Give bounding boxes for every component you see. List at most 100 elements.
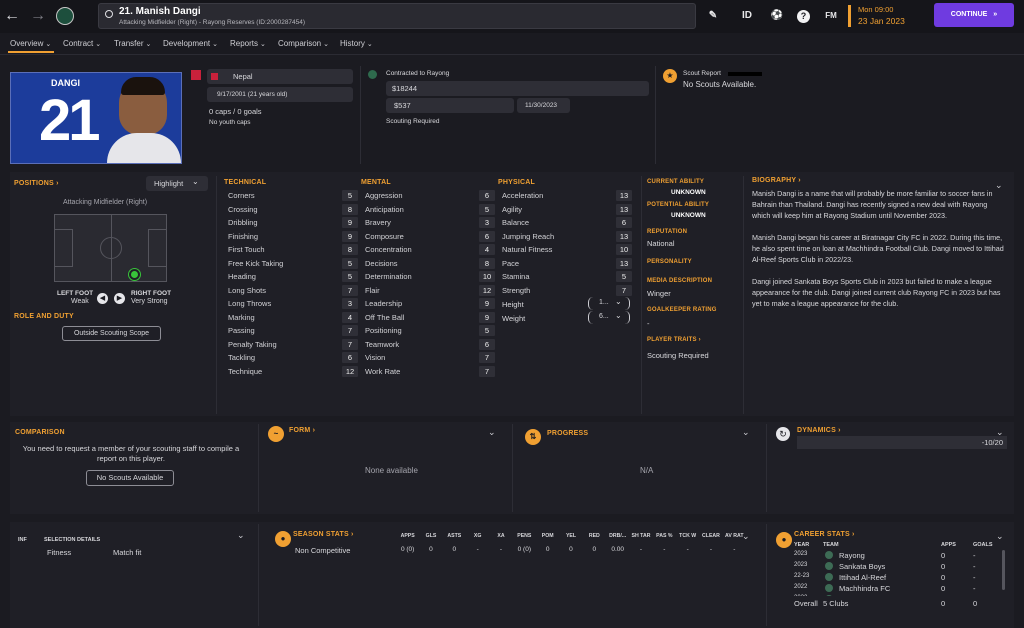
season-col-header[interactable]: GLS: [419, 533, 442, 539]
highlight-dropdown[interactable]: Highlight ⌄: [146, 176, 208, 191]
season-col-header[interactable]: ASTS: [443, 533, 466, 539]
chevron-down-icon[interactable]: ⌄: [237, 530, 245, 541]
attribute-value: 5: [479, 325, 495, 337]
attribute-row: Aggression 6: [365, 189, 495, 203]
right-box: [148, 229, 166, 267]
divider: [766, 524, 767, 626]
career-row[interactable]: 22-23 Ittihad Al-Reef 0 -: [794, 572, 994, 583]
nationality-box[interactable]: Nepal: [207, 69, 353, 84]
tab-development[interactable]: Development ⌄: [163, 39, 218, 48]
season-cell: 0: [545, 546, 550, 553]
attribute-name: Positioning: [365, 326, 402, 336]
attribute-row: Tackling 6: [228, 351, 358, 365]
forward-arrow-icon[interactable]: →: [29, 6, 47, 26]
weight-value: 6...: [599, 313, 609, 320]
value: $537: [394, 101, 411, 110]
attribute-row: Bravery 3: [365, 216, 495, 230]
inf-label: INF: [18, 537, 27, 543]
chevron-down-icon[interactable]: ⌄: [742, 427, 750, 438]
pencil-icon[interactable]: ✎: [704, 8, 722, 24]
tab-label: Reports: [230, 39, 259, 48]
height-stepper[interactable]: 1... ⌄: [588, 297, 630, 310]
attribute-row: Penalty Taking 7: [228, 338, 358, 352]
season-col-header[interactable]: POM: [536, 533, 559, 539]
attribute-value: 12: [479, 284, 495, 296]
attribute-value: 10: [616, 244, 632, 256]
tab-overview[interactable]: Overview ⌄: [10, 39, 51, 48]
career-apps: 0: [941, 584, 946, 593]
career-row[interactable]: 2022 Machhindra FC 0 -: [794, 583, 994, 594]
divider: [216, 176, 217, 414]
season-col-header[interactable]: RED: [583, 533, 606, 539]
tab-history[interactable]: History ⌄: [340, 39, 373, 48]
attribute-row: Concentration 4: [365, 243, 495, 257]
season-cell: -: [663, 546, 666, 553]
season-col-header[interactable]: YEL: [559, 533, 582, 539]
club-crest-icon[interactable]: [56, 7, 74, 25]
club-crest-icon: [825, 584, 833, 592]
chevron-down-icon: ⌄: [212, 41, 219, 48]
chevron-down-icon[interactable]: ⌄: [488, 427, 496, 438]
attribute-name: Flair: [365, 285, 380, 295]
season-col-header[interactable]: CLEAR: [699, 533, 722, 539]
season-stats-heading[interactable]: SEASON STATS ›: [293, 531, 354, 538]
career-stats-heading[interactable]: CAREER STATS ›: [794, 531, 855, 538]
career-year: 2023: [794, 562, 808, 568]
club-crest-icon: [825, 595, 833, 596]
tab-transfer[interactable]: Transfer ⌄: [114, 39, 151, 48]
attribute-row: Technique 12: [228, 365, 358, 379]
role-button[interactable]: Outside Scouting Scope: [62, 326, 161, 341]
season-col-header[interactable]: PENS: [513, 533, 536, 539]
season-col-header[interactable]: DRB/...: [606, 533, 629, 539]
back-arrow-icon[interactable]: ←: [3, 6, 21, 26]
chevron-down-icon: ⌄: [145, 41, 152, 48]
physical-heading: PHYSICAL: [498, 179, 535, 186]
club-badge-icon: [368, 70, 377, 79]
season-col-header[interactable]: SH TAR: [629, 533, 652, 539]
continue-button[interactable]: CONTINUE »: [934, 3, 1014, 27]
tab-comparison[interactable]: Comparison ⌄: [278, 39, 329, 48]
career-row[interactable]: 2023 Rayong 0 -: [794, 550, 994, 561]
form-heading[interactable]: FORM ›: [289, 427, 315, 434]
form-text: None available: [365, 466, 418, 475]
chevron-down-icon[interactable]: ⌄: [996, 531, 1004, 542]
caps: 0 caps / 0 goals: [209, 107, 262, 116]
weight-stepper[interactable]: 6... ⌄: [588, 311, 630, 324]
role-duty-heading: ROLE AND DUTY: [14, 313, 74, 320]
biography-heading[interactable]: BIOGRAPHY ›: [752, 177, 801, 184]
season-col-header[interactable]: APPS: [396, 533, 419, 539]
active-tab-underline: [8, 51, 54, 53]
id-icon[interactable]: ID: [738, 8, 756, 24]
player-traits-heading[interactable]: PLAYER TRAITS ›: [647, 337, 701, 343]
tab-reports[interactable]: Reports ⌄: [230, 39, 266, 48]
season-col-header[interactable]: XA: [489, 533, 512, 539]
player-header-box[interactable]: 21. Manish Dangi Attacking Midfielder (R…: [98, 3, 696, 29]
current-date: 23 Jan 2023: [858, 16, 905, 26]
attribute-row: Off The Ball 9: [365, 311, 495, 325]
career-overall-apps: 0: [941, 599, 946, 608]
career-row[interactable]: 2022 Biratnagar City 0 -: [794, 594, 994, 596]
no-scouts-button[interactable]: No Scouts Available: [86, 470, 174, 486]
fm-logo[interactable]: FM: [822, 8, 840, 24]
attribute-row: Determination 10: [365, 270, 495, 284]
date-box[interactable]: Mon 09:00 23 Jan 2023: [848, 3, 928, 29]
season-col-header[interactable]: XG: [466, 533, 489, 539]
career-scrollbar[interactable]: [1002, 550, 1005, 590]
help-icon[interactable]: ?: [797, 10, 810, 23]
potential-ability-value: UNKNOWN: [671, 212, 706, 219]
tab-contract[interactable]: Contract ⌄: [63, 39, 101, 48]
attribute-value: 3: [479, 217, 495, 229]
ball-icon[interactable]: ⚽: [768, 8, 786, 24]
season-col-header[interactable]: TCK W: [676, 533, 699, 539]
attribute-row: Heading 5: [228, 270, 358, 284]
continue-label: CONTINUE: [950, 11, 988, 18]
season-col-header[interactable]: AV RAT: [723, 533, 746, 539]
dynamics-heading[interactable]: DYNAMICS ›: [797, 427, 841, 434]
career-row[interactable]: 2023 Sankata Boys 0 -: [794, 561, 994, 572]
positions-heading[interactable]: POSITIONS ›: [14, 180, 59, 187]
career-stats-icon: ●: [776, 532, 792, 548]
season-cell: -: [733, 546, 736, 553]
youth-caps: No youth caps: [209, 119, 251, 126]
attribute-row: First Touch 8: [228, 243, 358, 257]
season-col-header[interactable]: PAS %: [653, 533, 676, 539]
